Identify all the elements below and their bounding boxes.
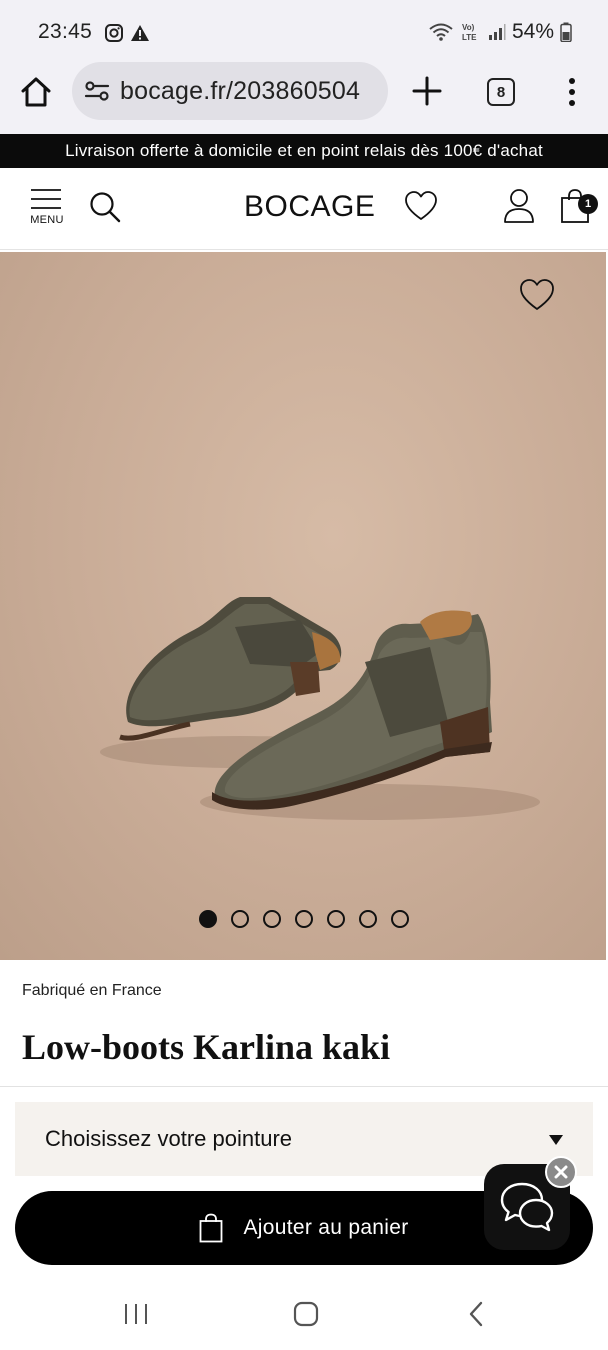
more-options-icon[interactable]: [560, 76, 584, 108]
new-tab-icon[interactable]: [410, 74, 444, 108]
size-select-label: Choisissez votre pointure: [45, 1126, 293, 1151]
product-title: Low-boots Karlina kaki: [22, 1027, 391, 1067]
address-bar[interactable]: bocage.fr/203860504: [72, 62, 388, 120]
favorite-heart-icon[interactable]: [519, 278, 555, 312]
chat-close-button[interactable]: [545, 1156, 577, 1188]
carousel-dot[interactable]: [199, 910, 217, 928]
site-header: MENU BOCAGE: [0, 168, 608, 250]
brand-logo[interactable]: BOCAGE: [244, 190, 375, 224]
svg-text:LTE: LTE: [462, 33, 477, 42]
battery-percent: 54%: [511, 20, 554, 43]
wifi-icon: [429, 23, 453, 41]
system-home-icon[interactable]: [292, 1300, 320, 1328]
warning-icon: [131, 25, 149, 41]
svg-text:Vo): Vo): [462, 23, 475, 32]
cart-count-badge: 1: [578, 194, 598, 214]
status-time: 23:45: [38, 20, 93, 43]
close-icon: [554, 1165, 568, 1179]
carousel-dot[interactable]: [327, 910, 345, 928]
site-settings-icon[interactable]: [84, 78, 110, 104]
account-icon[interactable]: [502, 188, 536, 224]
menu-label: MENU: [30, 214, 64, 226]
search-icon[interactable]: [88, 190, 122, 224]
tab-switcher-button[interactable]: 8: [487, 78, 515, 106]
wishlist-heart-icon[interactable]: [404, 190, 438, 222]
home-icon[interactable]: [18, 74, 54, 110]
volte-icon: Vo) LTE: [462, 23, 477, 42]
carousel-dot[interactable]: [391, 910, 409, 928]
carousel-dot[interactable]: [231, 910, 249, 928]
url-text: bocage.fr/203860504: [120, 76, 361, 105]
add-to-cart-label: Ajouter au panier: [243, 1216, 409, 1239]
instagram-icon: [105, 24, 123, 42]
menu-button[interactable]: MENU: [28, 186, 66, 230]
promo-banner[interactable]: Livraison offerte à domicile et en point…: [0, 134, 608, 168]
product-image[interactable]: [0, 252, 606, 960]
carousel-dot[interactable]: [295, 910, 313, 928]
carousel-dots: [199, 910, 409, 928]
status-bar: 23:45 Vo) LTE 54%: [0, 0, 608, 62]
carousel-dot[interactable]: [359, 910, 377, 928]
browser-toolbar: bocage.fr/203860504 8: [0, 62, 608, 134]
signal-icon: [488, 24, 506, 40]
carousel-dot[interactable]: [263, 910, 281, 928]
chat-bubbles-icon: [500, 1182, 554, 1232]
battery-icon: [560, 22, 572, 42]
shopping-bag-icon: [200, 1213, 223, 1243]
back-icon[interactable]: [466, 1300, 486, 1328]
caret-down-icon: [549, 1135, 563, 1145]
divider: [0, 1086, 608, 1087]
system-nav-bar: [0, 1278, 608, 1350]
recent-apps-icon[interactable]: [122, 1302, 150, 1326]
boots-photo: [100, 597, 540, 820]
hamburger-icon: [31, 189, 61, 209]
origin-label: Fabriqué en France: [22, 982, 162, 999]
